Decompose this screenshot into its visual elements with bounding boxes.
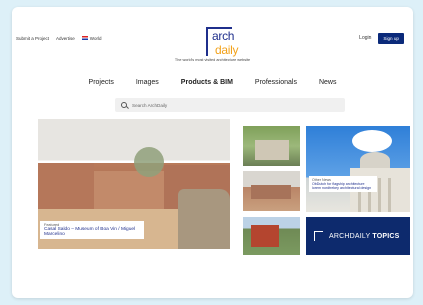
photo-wall: [94, 171, 164, 211]
nav-professionals[interactable]: Professionals: [255, 79, 297, 86]
flag-icon: [81, 36, 88, 41]
project-tile[interactable]: [243, 171, 300, 211]
top-left-links: Submit a Project Advertise World: [16, 31, 101, 45]
project-tile[interactable]: [243, 217, 300, 255]
topics-brand: ARCHDAILY: [329, 232, 371, 240]
topics-text: ARCHDAILY TOPICS: [329, 233, 400, 240]
photo-dome: [360, 152, 390, 168]
search-placeholder: Search ArchDaily: [132, 102, 168, 108]
archdaily-mark-icon: [314, 231, 323, 241]
advertise-link[interactable]: Advertise: [56, 36, 75, 41]
search-input[interactable]: Search ArchDaily: [115, 98, 345, 112]
topics-banner[interactable]: ARCHDAILY TOPICS: [306, 217, 410, 255]
logo-word-arch: arch: [212, 29, 235, 43]
main-nav: Projects Images Products & BIM Professio…: [12, 79, 413, 86]
photo-wall: [38, 163, 94, 215]
photo-building: [251, 185, 291, 199]
account-actions: Login Sign up: [359, 31, 404, 45]
nav-projects[interactable]: Projects: [89, 79, 114, 86]
topics-word: TOPICS: [372, 232, 400, 240]
archdaily-logo[interactable]: arch daily: [194, 23, 256, 63]
signup-button[interactable]: Sign up: [378, 32, 404, 44]
photo-column: [388, 178, 391, 212]
photo-rock: [178, 189, 230, 249]
photo-column: [378, 178, 381, 212]
search-icon: [121, 102, 127, 108]
nav-news[interactable]: News: [319, 79, 337, 86]
region-label: World: [89, 35, 102, 41]
news-title[interactable]: ObDutch for flagship architecture lorem …: [312, 182, 374, 190]
project-tile[interactable]: [243, 126, 300, 166]
nav-images[interactable]: Images: [136, 79, 159, 86]
featured-caption[interactable]: Featured Casal Saldo – Museum of Boa Vin…: [40, 221, 144, 239]
news-caption[interactable]: Other News ObDutch for flagship architec…: [309, 176, 377, 192]
login-link[interactable]: Login: [359, 35, 371, 41]
featured-project-tile[interactable]: Featured Casal Saldo – Museum of Boa Vin…: [38, 119, 230, 249]
featured-title[interactable]: Casal Saldo – Museum of Boa Vin / Miguel…: [44, 227, 140, 237]
photo-building: [255, 140, 289, 160]
submit-project-link[interactable]: Submit a Project: [16, 36, 49, 41]
photo-building: [251, 225, 279, 247]
news-tile[interactable]: Other News ObDutch for flagship architec…: [306, 126, 410, 212]
tagline: The world's most visited architecture we…: [174, 58, 251, 62]
logo-word-daily: daily: [215, 43, 239, 57]
region-selector[interactable]: World: [81, 35, 102, 41]
photo-tree: [134, 147, 164, 177]
photo-cloud: [352, 130, 392, 152]
nav-products-bim[interactable]: Products & BIM: [181, 79, 233, 86]
